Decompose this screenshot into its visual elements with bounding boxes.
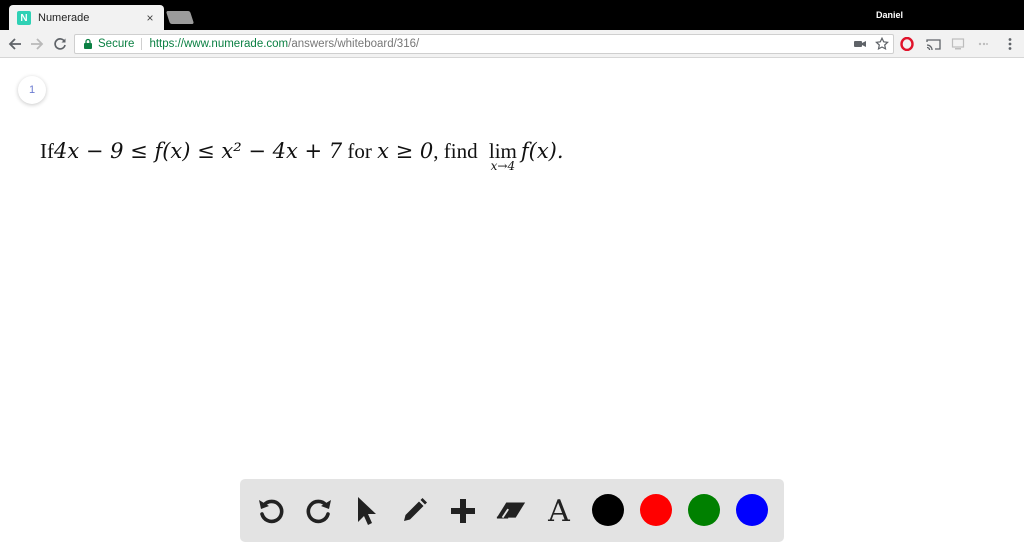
question-text: If 4x − 9 ≤ f(x) ≤ x² − 4x + 7 for x ≥ 0…: [40, 139, 564, 173]
text-tool-button[interactable]: A: [543, 493, 575, 529]
eraser-icon: [496, 502, 526, 519]
extension-badge-icon[interactable]: [975, 36, 991, 52]
color-swatch-black[interactable]: [592, 494, 624, 526]
eraser-tool-button[interactable]: [495, 495, 527, 527]
color-swatch-blue[interactable]: [736, 494, 768, 526]
tab-close-icon[interactable]: ×: [144, 11, 156, 25]
extension-icon[interactable]: [950, 36, 966, 52]
limit-subscript: x→4: [490, 159, 516, 173]
reload-button[interactable]: [51, 34, 69, 54]
select-tool-button[interactable]: [350, 495, 382, 527]
limit-operator: lim x→4: [489, 140, 517, 173]
question-condition: x ≥ 0: [377, 139, 434, 163]
profile-name[interactable]: Daniel: [876, 10, 903, 20]
color-swatch-red[interactable]: [640, 494, 672, 526]
browser-toolbar: Secure https://www.numerade.com /answers…: [0, 30, 1024, 58]
back-arrow-icon: [8, 38, 21, 50]
question-find: , find: [433, 139, 483, 163]
menu-kebab-icon[interactable]: [1002, 36, 1018, 52]
question-prefix: If: [40, 139, 54, 163]
cast-icon[interactable]: [925, 36, 941, 52]
redo-button[interactable]: [303, 495, 335, 527]
camera-icon[interactable]: [853, 37, 867, 51]
forward-button[interactable]: [28, 34, 46, 54]
pencil-tool-button[interactable]: [398, 495, 430, 527]
bookmark-star-icon[interactable]: [875, 37, 889, 51]
question-function: f(x).: [520, 139, 564, 163]
reload-icon: [54, 38, 66, 50]
undo-icon: [259, 499, 284, 524]
back-button[interactable]: [6, 34, 24, 54]
pencil-icon: [404, 498, 427, 521]
undo-button[interactable]: [255, 495, 287, 527]
color-swatch-green[interactable]: [688, 494, 720, 526]
question-mid: for: [342, 139, 378, 163]
browser-tab[interactable]: N Numerade ×: [9, 5, 164, 31]
tab-title: Numerade: [38, 12, 90, 24]
lock-icon: [82, 38, 94, 50]
numerade-favicon-icon: N: [17, 11, 31, 25]
drawing-toolbar: A: [240, 479, 784, 542]
new-tab-button[interactable]: [165, 11, 195, 24]
plus-icon: [451, 499, 475, 523]
add-tool-button[interactable]: [447, 495, 479, 527]
title-bar: N Numerade × Daniel: [0, 0, 1024, 31]
url-path: /answers/whiteboard/316/: [288, 38, 420, 50]
omnibox-actions: [853, 37, 889, 51]
url-host: https://www.numerade.com: [149, 38, 289, 50]
question-inequality: 4x − 9 ≤ f(x) ≤ x² − 4x + 7: [54, 139, 343, 163]
omnibox-divider: [141, 38, 143, 50]
redo-icon: [306, 499, 331, 524]
forward-arrow-icon: [31, 38, 44, 50]
address-bar[interactable]: Secure https://www.numerade.com /answers…: [74, 34, 894, 54]
pointer-icon: [358, 497, 376, 525]
secure-label: Secure: [98, 38, 135, 50]
text-icon: A: [548, 493, 570, 529]
page-number-badge[interactable]: 1: [18, 76, 46, 104]
opera-extension-icon[interactable]: [899, 36, 915, 52]
